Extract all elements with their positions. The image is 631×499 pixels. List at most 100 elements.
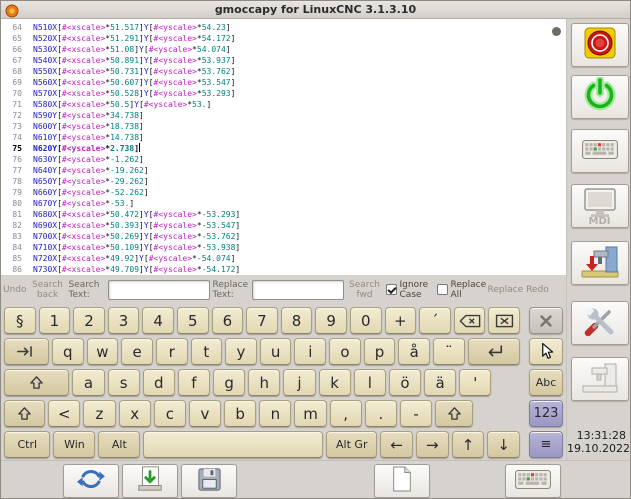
gcode-line[interactable]: 69N560X[#<xscale>*50.607]Y[#<yscale>*53.… [1, 77, 566, 88]
key-j[interactable]: j [283, 369, 315, 396]
key-abc[interactable]: Abc [529, 369, 563, 396]
key-ä[interactable]: ä [424, 369, 456, 396]
gcode-line[interactable]: 65N520X[#<xscale>*51.291]Y[#<yscale>*54.… [1, 33, 566, 44]
reload-file-button[interactable] [63, 464, 119, 498]
gcode-line[interactable]: 73N600Y[#<yscale>*18.738] [1, 121, 566, 132]
key-g[interactable]: g [213, 369, 245, 396]
key-k[interactable]: k [319, 369, 351, 396]
replace-all-checkbox[interactable]: Replace All [437, 280, 485, 300]
key-umlaut[interactable]: ¨ [433, 338, 465, 365]
key-arrow-up[interactable]: ↑ [452, 431, 485, 458]
key-e[interactable]: e [121, 338, 153, 365]
new-file-button[interactable] [374, 464, 430, 498]
gcode-line[interactable]: 85N720X[#<xscale>*49.92]Y[#<yscale>*-54.… [1, 253, 566, 264]
redo-button[interactable]: Redo [526, 285, 549, 295]
gcode-line[interactable]: 67N540X[#<xscale>*50.891]Y[#<yscale>*53.… [1, 55, 566, 66]
tool-settings-button[interactable] [571, 301, 629, 345]
mdi-mode-button[interactable]: MDI [571, 184, 629, 228]
key-n[interactable]: n [259, 400, 291, 427]
key-w[interactable]: w [87, 338, 119, 365]
key-b[interactable]: b [224, 400, 256, 427]
gcode-line[interactable]: 86N730X[#<xscale>*49.709]Y[#<yscale>*-54… [1, 264, 566, 275]
key-v[interactable]: v [189, 400, 221, 427]
key-m[interactable]: m [294, 400, 326, 427]
key-period[interactable]: . [365, 400, 397, 427]
key-x[interactable]: x [119, 400, 151, 427]
key-s[interactable]: s [108, 369, 140, 396]
gcode-line[interactable]: 74N610Y[#<yscale>*14.738] [1, 132, 566, 143]
key-menu[interactable]: ≡ [529, 431, 563, 458]
key-shift-right[interactable] [435, 400, 473, 427]
key-plus[interactable]: + [385, 307, 417, 334]
key-ö[interactable]: ö [389, 369, 421, 396]
key-arrow-down[interactable]: ↓ [487, 431, 520, 458]
key-arrow-right[interactable]: → [416, 431, 449, 458]
gcode-line[interactable]: 71N580X[#<xscale>*50.5]Y[#<yscale>*53.] [1, 99, 566, 110]
key-3[interactable]: 3 [108, 307, 140, 334]
ignore-case-checkbox[interactable]: Ignore Case [386, 280, 434, 300]
key-7[interactable]: 7 [246, 307, 278, 334]
key-altgr[interactable]: Alt Gr [326, 431, 377, 458]
key-enter[interactable] [468, 338, 520, 365]
key-o[interactable]: o [329, 338, 361, 365]
key-t[interactable]: t [191, 338, 223, 365]
key-apostrophe[interactable]: ' [459, 369, 491, 396]
key-y[interactable]: y [225, 338, 257, 365]
gcode-line[interactable]: 77N640Y[#<yscale>*-19.262] [1, 165, 566, 176]
gcode-line[interactable]: 84N710X[#<xscale>*50.109]Y[#<yscale>*-53… [1, 242, 566, 253]
estop-button[interactable] [571, 23, 629, 67]
key-q[interactable]: q [52, 338, 84, 365]
key-å[interactable]: å [398, 338, 430, 365]
gcode-line[interactable]: 66N530X[#<xscale>*51.08]Y[#<yscale>*54.0… [1, 44, 566, 55]
key-space[interactable] [143, 431, 323, 458]
key-less-than[interactable]: < [48, 400, 80, 427]
key-arrow-left[interactable]: ← [380, 431, 413, 458]
key-z[interactable]: z [83, 400, 115, 427]
gcode-line[interactable]: 75N620Y[#<yscale>*2.738] [1, 143, 566, 154]
key-a[interactable]: a [72, 369, 104, 396]
gcode-line[interactable]: 76N630Y[#<yscale>*-1.262] [1, 154, 566, 165]
key-backspace[interactable] [454, 307, 486, 334]
load-file-button[interactable] [122, 464, 178, 498]
key-close-keyboard[interactable] [529, 307, 563, 334]
gcode-line[interactable]: 68N550X[#<xscale>*50.731]Y[#<yscale>*53.… [1, 66, 566, 77]
key-caps-shift[interactable] [4, 369, 69, 396]
search-back-button[interactable]: Search back [30, 280, 66, 300]
gcode-editor[interactable]: 64N510X[#<xscale>*51.517]Y[#<yscale>*54.… [1, 19, 566, 275]
key-h[interactable]: h [248, 369, 280, 396]
key-5[interactable]: 5 [177, 307, 209, 334]
gcode-line[interactable]: 80N670Y[#<yscale>*-53.] [1, 198, 566, 209]
key-ctrl[interactable]: Ctrl [4, 431, 50, 458]
key-6[interactable]: 6 [212, 307, 244, 334]
gcode-line[interactable]: 83N700X[#<xscale>*50.269]Y[#<yscale>*-53… [1, 231, 566, 242]
search-text-input[interactable] [108, 280, 210, 300]
key-pointer[interactable] [529, 338, 563, 365]
replace-text-input[interactable] [252, 280, 344, 300]
machine-on-button[interactable] [571, 75, 629, 119]
key-4[interactable]: 4 [142, 307, 174, 334]
key-shift-left[interactable] [4, 400, 45, 427]
key-0[interactable]: 0 [350, 307, 382, 334]
key-1[interactable]: 1 [39, 307, 71, 334]
gcode-line[interactable]: 81N680X[#<xscale>*50.472]Y[#<yscale>*-53… [1, 209, 566, 220]
key-win[interactable]: Win [53, 431, 95, 458]
key-minus[interactable]: - [400, 400, 432, 427]
key-8[interactable]: 8 [281, 307, 313, 334]
gcode-line[interactable]: 64N510X[#<xscale>*51.517]Y[#<yscale>*54.… [1, 22, 566, 33]
key-i[interactable]: i [294, 338, 326, 365]
key-tab[interactable] [4, 338, 49, 365]
key-section[interactable]: § [4, 307, 36, 334]
search-fwd-button[interactable]: Search fwd [347, 280, 383, 300]
machine-settings-button[interactable] [571, 357, 629, 401]
undo-button[interactable]: Undo [3, 285, 27, 295]
gcode-line[interactable]: 82N690X[#<xscale>*50.393]Y[#<yscale>*-53… [1, 220, 566, 231]
gcode-line[interactable]: 70N570X[#<xscale>*50.528]Y[#<yscale>*53.… [1, 88, 566, 99]
key-c[interactable]: c [154, 400, 186, 427]
key-f[interactable]: f [178, 369, 210, 396]
key-comma[interactable]: , [330, 400, 362, 427]
titlebar[interactable]: gmoccapy for LinuxCNC 3.1.3.10 [1, 1, 630, 19]
preview-mode-button[interactable] [571, 241, 629, 285]
keyboard-toggle-button[interactable] [505, 464, 561, 498]
key-d[interactable]: d [143, 369, 175, 396]
scrollbar-thumb[interactable] [552, 27, 561, 36]
